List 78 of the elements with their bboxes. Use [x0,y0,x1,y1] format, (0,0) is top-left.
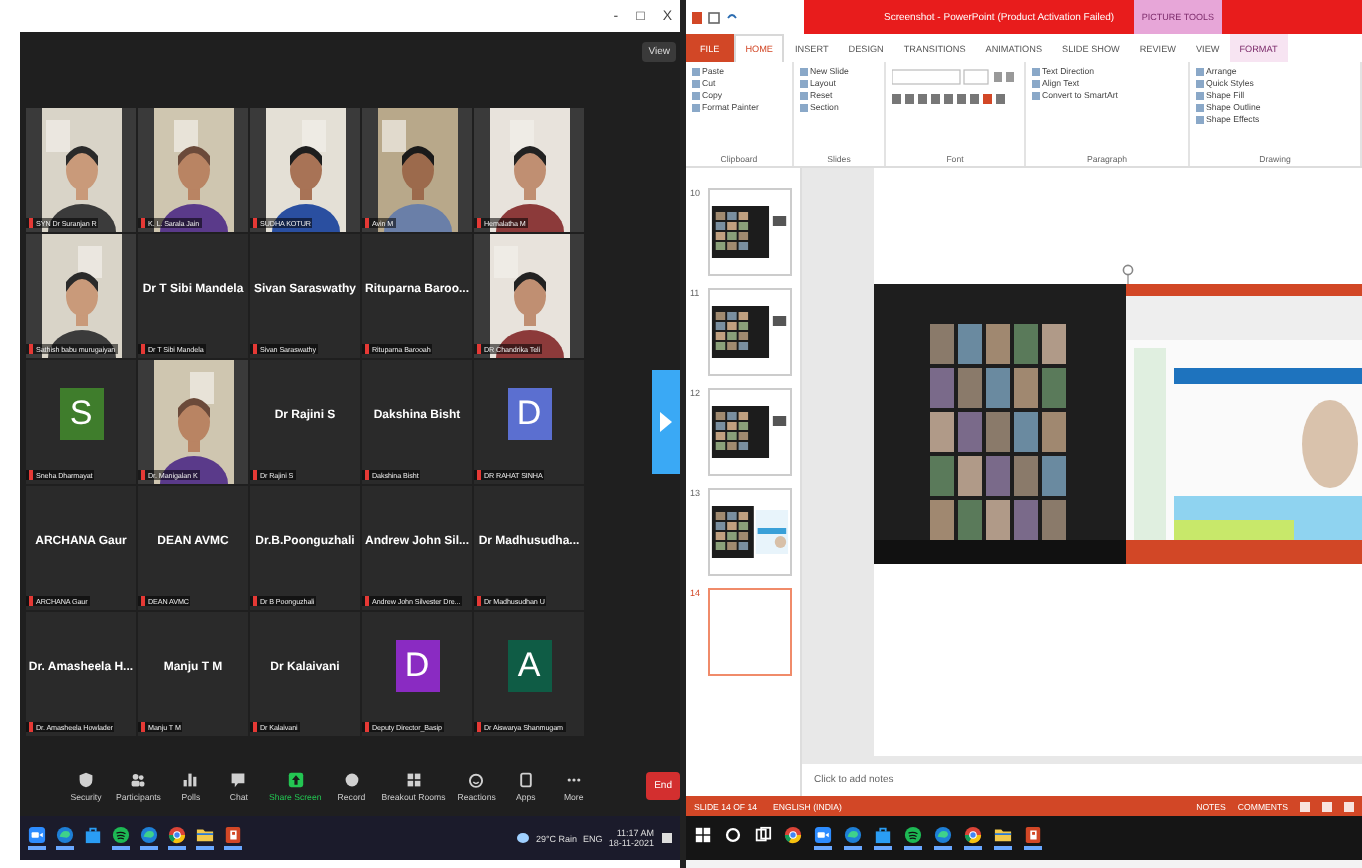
rotation-handle[interactable] [1122,264,1134,284]
muted-mic-icon [252,470,258,480]
muted-mic-icon [476,344,482,354]
folder-icon[interactable] [196,826,214,844]
bar-chart-icon [182,771,199,787]
presentation-icon[interactable] [1024,826,1042,844]
shopping-bag-icon[interactable] [84,826,102,844]
screenshot-drawing [710,204,790,260]
avatar-letter: D [395,640,439,692]
avatar-letter: S [59,388,103,440]
slide-thumbnail[interactable] [708,488,792,576]
video-camera-icon[interactable] [814,826,832,844]
shield-icon [78,771,94,787]
slide-thumbnail[interactable] [708,588,792,676]
muted-mic-icon [28,218,34,228]
muted-mic-icon [28,722,34,732]
view-icon[interactable] [1322,801,1332,811]
slide-thumbnail[interactable] [708,288,792,376]
windows-icon[interactable] [694,826,712,844]
muted-mic-icon [28,596,34,606]
view-icon[interactable] [1344,801,1354,811]
browser-icon[interactable] [934,826,952,844]
muted-mic-icon [364,470,370,480]
shopping-bag-icon[interactable] [874,826,892,844]
folder-icon[interactable] [994,826,1012,844]
video-camera-icon[interactable] [28,826,46,844]
avatar-letter: D [507,388,551,440]
task-view-icon[interactable] [754,826,772,844]
music-icon[interactable] [904,826,922,844]
muted-mic-icon [476,218,482,228]
search-icon[interactable] [724,826,742,844]
cloud-icon [515,832,530,844]
muted-mic-icon [364,344,370,354]
screenshot-drawing [710,404,790,460]
people-icon [130,771,147,787]
screenshot-drawing [710,504,790,560]
muted-mic-icon [28,470,34,480]
browser-icon[interactable] [56,826,74,844]
browser-icon[interactable] [140,826,158,844]
muted-mic-icon [364,722,370,732]
music-icon[interactable] [112,826,130,844]
screenshot-drawing [710,304,790,360]
app-logo-icon [692,11,702,23]
muted-mic-icon [476,596,482,606]
muted-mic-icon [476,722,482,732]
muted-mic-icon [364,596,370,606]
undo-icon[interactable] [726,11,738,23]
notification-icon[interactable] [660,832,674,844]
next-page-button[interactable] [652,370,680,474]
smiley-icon [468,771,485,787]
grid-icon [405,771,422,787]
muted-mic-icon [140,470,146,480]
slide-thumbnail[interactable] [708,388,792,476]
speech-bubble-icon [230,771,247,787]
muted-mic-icon [252,344,258,354]
muted-mic-icon [140,218,146,228]
muted-mic-icon [252,722,258,732]
muted-mic-icon [140,596,146,606]
apps-icon [517,771,534,787]
muted-mic-icon [140,722,146,732]
muted-mic-icon [252,596,258,606]
screen-share-icon [287,771,304,787]
muted-mic-icon [252,218,258,228]
avatar-letter: A [507,640,551,692]
muted-mic-icon [364,218,370,228]
browser-icon[interactable] [844,826,862,844]
view-icon[interactable] [1300,801,1310,811]
muted-mic-icon [140,344,146,354]
browser-icon[interactable] [964,826,982,844]
slide-thumbnail[interactable] [708,188,792,276]
browser-icon[interactable] [784,826,802,844]
arrow-icon [658,410,674,434]
save-icon[interactable] [708,11,720,23]
presentation-icon[interactable] [224,826,242,844]
browser-icon[interactable] [168,826,186,844]
muted-mic-icon [28,344,34,354]
record-icon [343,771,360,787]
muted-mic-icon [476,470,482,480]
